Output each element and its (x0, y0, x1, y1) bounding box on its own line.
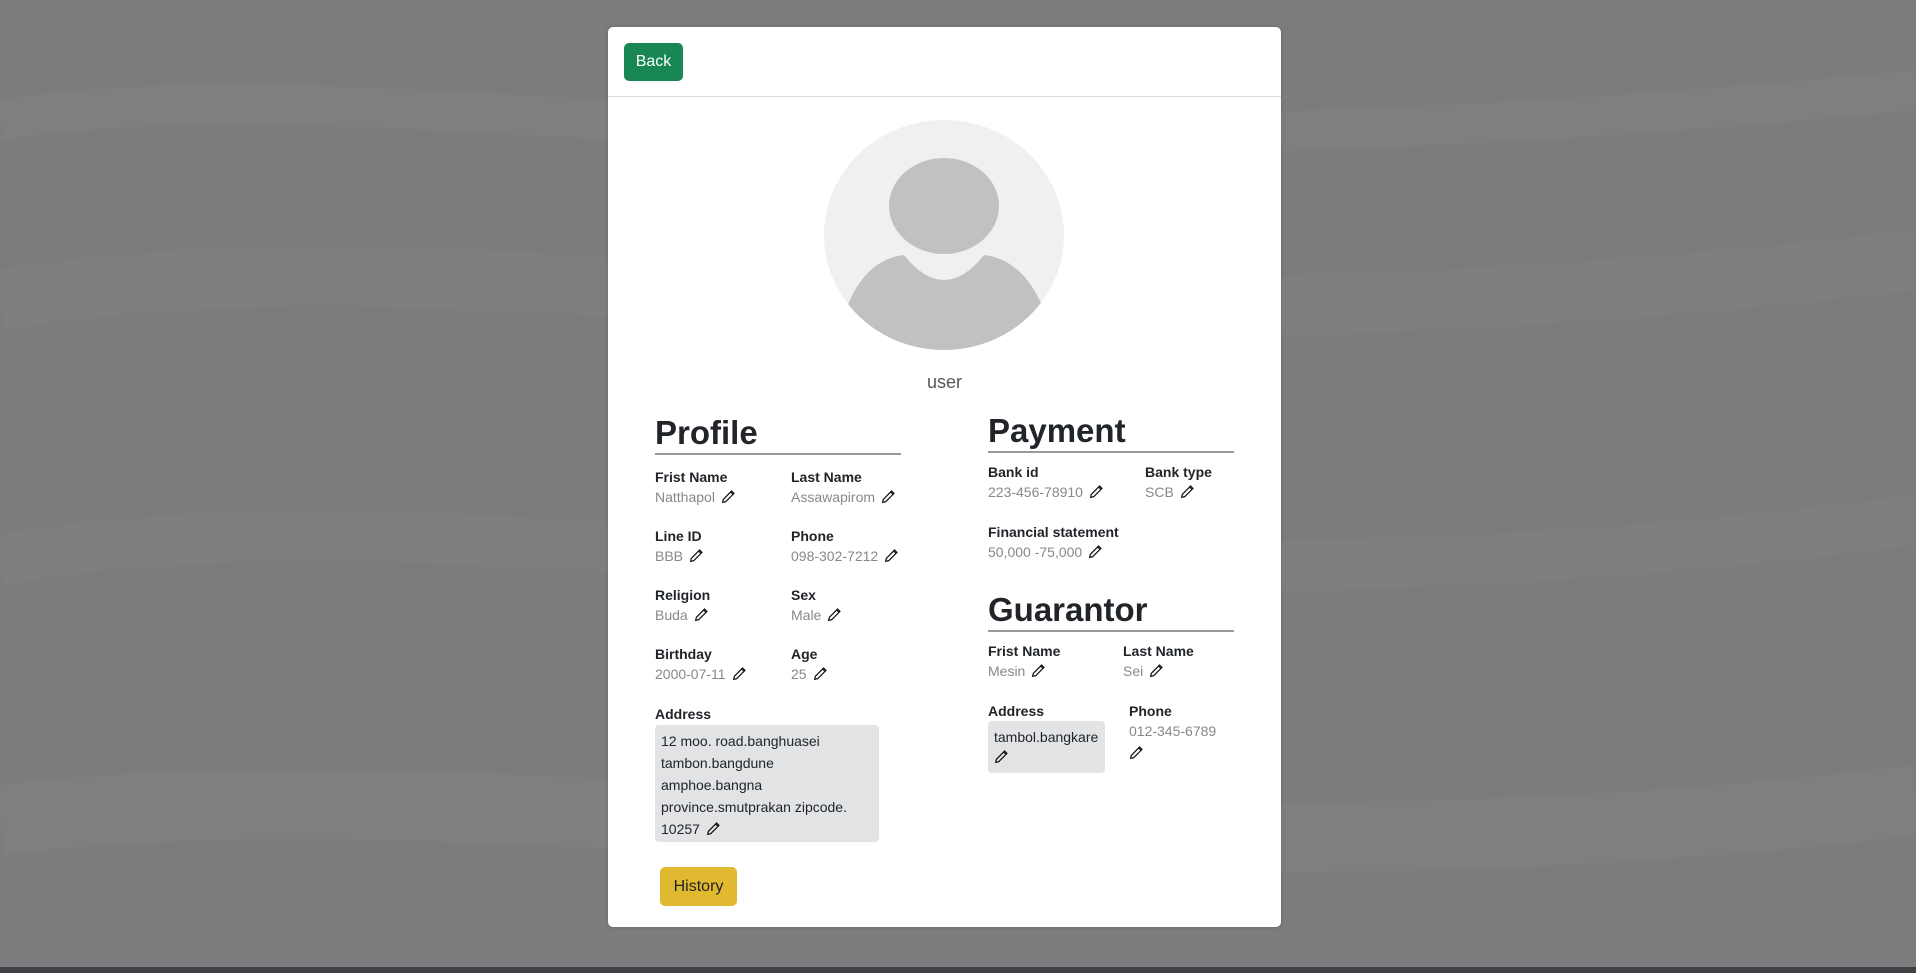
bank-type-label: Bank type (1145, 464, 1212, 480)
last-name-value: Assawapirom (791, 489, 895, 505)
financial-statement-value: 50,000 -75,000 (988, 544, 1103, 560)
address-last-line: 10257 (661, 818, 873, 840)
religion-text: Buda (655, 607, 688, 623)
birthday-text: 2000-07-11 (655, 666, 726, 682)
financial-statement-text: 50,000 -75,000 (988, 544, 1083, 560)
pencil-icon[interactable] (1149, 664, 1164, 678)
first-name-value: Natthapol (655, 489, 735, 505)
pencil-icon[interactable] (881, 490, 895, 504)
address-line: 10257 (661, 821, 700, 837)
guarantor-title: Guarantor (988, 590, 1234, 632)
first-name-label: Frist Name (655, 469, 728, 485)
guarantor-address-edit (994, 748, 1099, 770)
pencil-icon[interactable] (689, 549, 703, 563)
pencil-icon[interactable] (884, 549, 899, 563)
pencil-icon[interactable] (706, 822, 720, 836)
address-line: 12 moo. road.banghuasei (661, 733, 820, 749)
pencil-icon[interactable] (1031, 664, 1046, 678)
user-avatar-icon (824, 120, 1064, 350)
religion-label: Religion (655, 587, 711, 603)
profile-card: Back user Profile Frist Name Natthapol L… (608, 27, 1281, 927)
history-button[interactable]: History (660, 867, 737, 906)
address-label: Address (655, 706, 712, 722)
pencil-icon[interactable] (1129, 746, 1143, 760)
religion-value: Buda (655, 607, 708, 623)
bank-type-value: SCB (1145, 484, 1194, 500)
bank-id-label: Bank id (988, 464, 1039, 480)
line-id-label: Line ID (655, 528, 702, 544)
guarantor-first-name-text: Mesin (988, 663, 1026, 679)
back-button[interactable]: Back (624, 43, 683, 81)
first-name-text: Natthapol (655, 489, 715, 505)
line-id-text: BBB (655, 548, 684, 564)
card-header: Back (608, 27, 1281, 97)
financial-statement-label: Financial statement (988, 524, 1119, 540)
guarantor-first-name-label: Frist Name (988, 643, 1061, 659)
pencil-icon[interactable] (1089, 485, 1103, 499)
bank-type-text: SCB (1145, 484, 1174, 500)
line-id-value: BBB (655, 548, 703, 564)
guarantor-phone-label: Phone (1129, 703, 1172, 719)
pencil-icon[interactable] (813, 667, 827, 681)
guarantor-phone-edit (1129, 746, 1143, 760)
guarantor-phone-value: 012-345-6789 (1129, 723, 1216, 739)
payment-title: Payment (988, 411, 1234, 453)
guarantor-last-name-label: Last Name (1123, 643, 1194, 659)
bank-id-text: 223-456-78910 (988, 484, 1083, 500)
age-value: 25 (791, 666, 827, 682)
address-line: amphoe.bangna (661, 777, 763, 793)
sex-label: Sex (791, 587, 816, 603)
age-text: 25 (791, 666, 807, 682)
pencil-icon[interactable] (732, 667, 746, 681)
guarantor-first-name-value: Mesin (988, 663, 1046, 679)
last-name-label: Last Name (791, 469, 862, 485)
address-box: 12 moo. road.banghuasei tambon.bangdune … (655, 725, 879, 842)
guarantor-last-name-value: Sei (1123, 663, 1164, 679)
last-name-text: Assawapirom (791, 489, 876, 505)
username: user (926, 372, 962, 392)
birthday-value: 2000-07-11 (655, 666, 746, 682)
guarantor-phone-text: 012-345-6789 (1129, 723, 1217, 739)
pencil-icon[interactable] (694, 608, 708, 622)
address-line: tambon.bangdune (661, 755, 774, 771)
sex-value: Male (791, 607, 842, 623)
pencil-icon[interactable] (1088, 545, 1103, 559)
guarantor-address-text: tambol.bangkare (994, 729, 1099, 745)
profile-title: Profile (655, 413, 901, 455)
address-line: province.smutprakan zipcode. (661, 799, 847, 815)
pencil-icon[interactable] (1180, 485, 1194, 499)
bottom-bar (0, 967, 1916, 973)
phone-value: 098-302-7212 (791, 548, 899, 564)
birthday-label: Birthday (655, 646, 712, 662)
phone-text: 098-302-7212 (791, 548, 879, 564)
bank-id-value: 223-456-78910 (988, 484, 1103, 500)
pencil-icon[interactable] (827, 608, 842, 622)
guarantor-address-label: Address (988, 703, 1045, 719)
phone-label: Phone (791, 528, 834, 544)
guarantor-last-name-text: Sei (1123, 663, 1144, 679)
pencil-icon[interactable] (994, 750, 1008, 764)
guarantor-address-box: tambol.bangkare (988, 721, 1105, 773)
sex-text: Male (791, 607, 822, 623)
pencil-icon[interactable] (721, 490, 735, 504)
age-label: Age (791, 646, 818, 662)
